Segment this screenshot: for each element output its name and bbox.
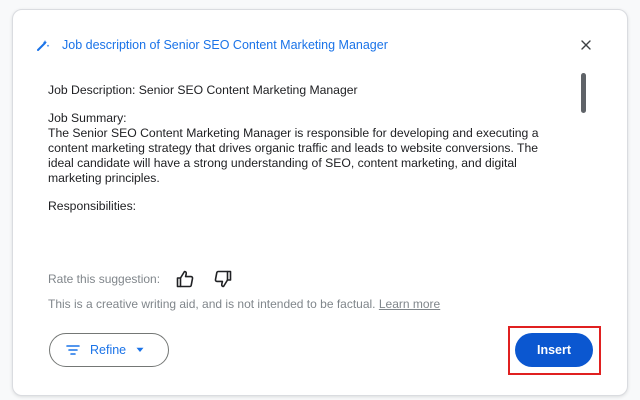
disclaimer-text: This is a creative writing aid, and is n… bbox=[48, 297, 376, 311]
thumbs-up-button[interactable] bbox=[174, 268, 196, 290]
stage: Job description of Senior SEO Content Ma… bbox=[0, 0, 640, 400]
dialog-title: Job description of Senior SEO Content Ma… bbox=[62, 38, 388, 52]
generated-text: Job Description: Senior SEO Content Mark… bbox=[48, 83, 568, 233]
responsibilities-label: Responsibilities: bbox=[48, 199, 137, 213]
thumbs-down-icon bbox=[214, 270, 232, 288]
scrollbar-thumb[interactable] bbox=[581, 73, 586, 113]
summary-line: ideal candidate will have a strong under… bbox=[48, 156, 517, 170]
refine-button[interactable]: Refine bbox=[49, 333, 169, 367]
summary-line: marketing principles. bbox=[48, 171, 160, 185]
learn-more-link[interactable]: Learn more bbox=[379, 297, 440, 311]
rate-label: Rate this suggestion: bbox=[48, 272, 161, 286]
content-scrollbar[interactable] bbox=[580, 70, 588, 240]
job-summary: Job Summary: The Senior SEO Content Mark… bbox=[48, 111, 568, 186]
caret-down-icon bbox=[136, 347, 144, 352]
summary-line: The Senior SEO Content Marketing Manager… bbox=[48, 126, 539, 140]
refine-label: Refine bbox=[90, 343, 127, 357]
filter-lines-icon bbox=[66, 345, 80, 355]
thumbs-up-icon bbox=[176, 270, 194, 288]
thumbs-down-button[interactable] bbox=[212, 268, 234, 290]
content-heading: Job Description: Senior SEO Content Mark… bbox=[48, 83, 358, 97]
rate-suggestion-row: Rate this suggestion: bbox=[48, 268, 250, 290]
insert-button[interactable]: Insert bbox=[515, 333, 593, 367]
summary-label: Job Summary: bbox=[48, 111, 127, 125]
summary-line: content marketing strategy that drives o… bbox=[48, 141, 539, 155]
dialog-header: Job description of Senior SEO Content Ma… bbox=[36, 35, 388, 55]
pen-sparkle-icon bbox=[36, 38, 50, 52]
close-button[interactable] bbox=[577, 36, 595, 54]
disclaimer: This is a creative writing aid, and is n… bbox=[48, 297, 440, 311]
close-icon bbox=[581, 40, 591, 50]
